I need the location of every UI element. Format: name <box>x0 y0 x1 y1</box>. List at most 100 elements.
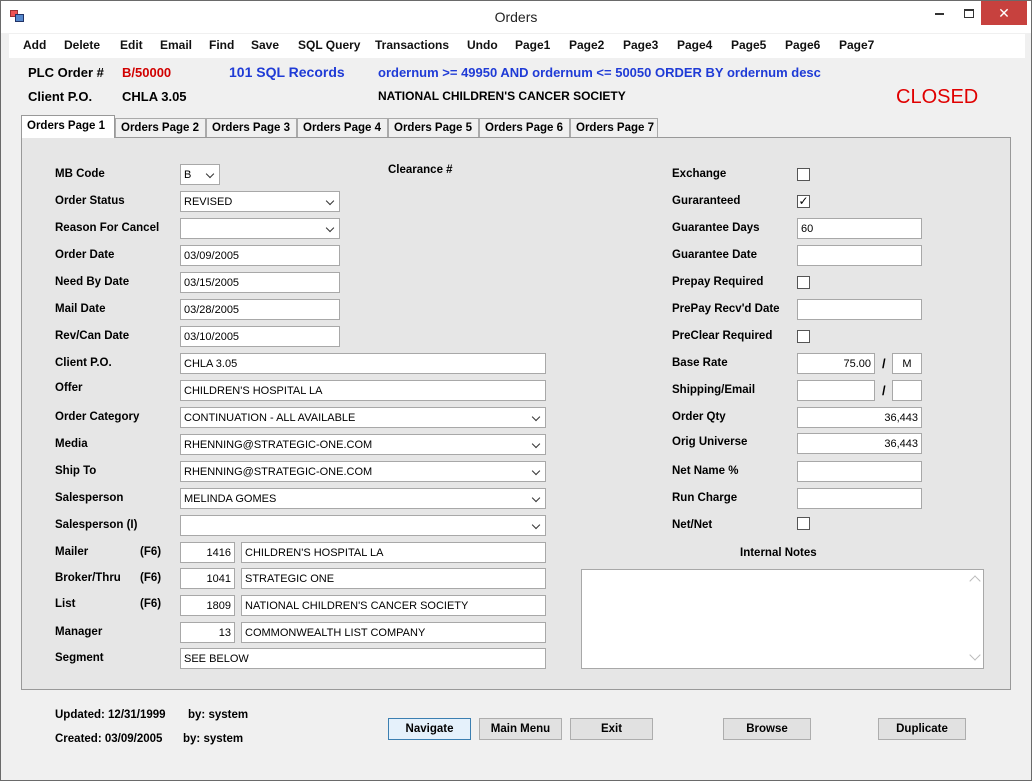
mailer-code-field[interactable]: 1416 <box>180 542 235 563</box>
order-status-select[interactable]: REVISED <box>180 191 340 212</box>
updated-by: by: system <box>188 709 249 721</box>
salesperson-i-select[interactable] <box>180 515 546 536</box>
net-name-field[interactable] <box>797 461 922 482</box>
tab-orders-page-5[interactable]: Orders Page 5 <box>388 118 479 137</box>
tab-orders-page-3[interactable]: Orders Page 3 <box>206 118 297 137</box>
menu-page4[interactable]: Page4 <box>677 38 712 52</box>
browse-button[interactable]: Browse <box>723 718 811 740</box>
order-category-label: Order Category <box>55 411 140 423</box>
offer-field[interactable]: CHILDREN'S HOSPITAL LA <box>180 380 546 401</box>
shipping-email-label: Shipping/Email <box>672 384 756 396</box>
client-po-field[interactable]: CHLA 3.05 <box>180 353 546 374</box>
salesperson-select[interactable]: MELINDA GOMES <box>180 488 546 509</box>
broker-name-field[interactable]: STRATEGIC ONE <box>241 568 546 589</box>
menu-undo[interactable]: Undo <box>467 38 498 52</box>
tab-orders-page-7[interactable]: Orders Page 7 <box>570 118 658 137</box>
ship-to-select[interactable]: RHENNING@STRATEGIC-ONE.COM <box>180 461 546 482</box>
main-menu-button[interactable]: Main Menu <box>479 718 562 740</box>
need-by-date-label: Need By Date <box>55 276 130 288</box>
mailer-f6-hint: (F6) <box>140 546 162 558</box>
prepay-recvd-field[interactable] <box>797 299 922 320</box>
tab-orders-page-4[interactable]: Orders Page 4 <box>297 118 388 137</box>
order-category-select[interactable]: CONTINUATION - ALL AVAILABLE <box>180 407 546 428</box>
broker-f6-hint: (F6) <box>140 572 162 584</box>
guarantee-date-field[interactable] <box>797 245 922 266</box>
list-name-field[interactable]: NATIONAL CHILDREN'S CANCER SOCIETY <box>241 595 546 616</box>
plc-order-label: PLC Order # <box>28 65 104 80</box>
mail-date-field[interactable]: 03/28/2005 <box>180 299 340 320</box>
client-po-field-label: Client P.O. <box>55 357 112 369</box>
internal-notes-textarea[interactable] <box>581 569 984 669</box>
sql-filter-text: ordernum >= 49950 AND ordernum <= 50050 … <box>378 65 821 80</box>
segment-field[interactable]: SEE BELOW <box>180 648 546 669</box>
menu-page2[interactable]: Page2 <box>569 38 604 52</box>
menu-page6[interactable]: Page6 <box>785 38 820 52</box>
broker-code-field[interactable]: 1041 <box>180 568 235 589</box>
shipping-email-field[interactable] <box>797 380 875 401</box>
prepay-required-label: Prepay Required <box>672 276 764 288</box>
order-qty-field[interactable]: 36,443 <box>797 407 922 428</box>
exchange-checkbox[interactable] <box>797 168 810 181</box>
manager-name-field[interactable]: COMMONWEALTH LIST COMPANY <box>241 622 546 643</box>
manager-code-field[interactable]: 13 <box>180 622 235 643</box>
updated-date: Updated: 12/31/1999 <box>55 709 166 721</box>
order-date-field[interactable]: 03/09/2005 <box>180 245 340 266</box>
menu-page3[interactable]: Page3 <box>623 38 658 52</box>
media-label: Media <box>55 438 88 450</box>
shipping-email-unit-field[interactable] <box>892 380 922 401</box>
sql-record-count: 101 SQL Records <box>229 64 345 80</box>
menu-find[interactable]: Find <box>209 38 234 52</box>
broker-label: Broker/Thru <box>55 572 121 584</box>
window-title: Orders <box>494 9 538 25</box>
menu-page5[interactable]: Page5 <box>731 38 766 52</box>
menu-email[interactable]: Email <box>160 38 192 52</box>
reason-cancel-select[interactable] <box>180 218 340 239</box>
society-name: NATIONAL CHILDREN'S CANCER SOCIETY <box>378 89 626 103</box>
created-by: by: system <box>183 733 244 745</box>
ship-to-label: Ship To <box>55 465 97 477</box>
navigate-button[interactable]: Navigate <box>388 718 471 740</box>
client-po-label: Client P.O. <box>28 89 93 104</box>
tab-orders-page-2[interactable]: Orders Page 2 <box>115 118 206 137</box>
prepay-required-checkbox[interactable] <box>797 276 810 289</box>
orig-universe-field[interactable]: 36,443 <box>797 433 922 454</box>
mb-code-select[interactable]: B <box>180 164 220 185</box>
media-select[interactable]: RHENNING@STRATEGIC-ONE.COM <box>180 434 546 455</box>
maximize-icon[interactable] <box>954 1 984 25</box>
menu-page7[interactable]: Page7 <box>839 38 874 52</box>
minimize-icon[interactable] <box>924 1 954 25</box>
scroll-up-icon[interactable] <box>969 575 981 587</box>
base-rate-label: Base Rate <box>672 357 728 369</box>
duplicate-button[interactable]: Duplicate <box>878 718 966 740</box>
menu-bar: Add Delete Edit Email Find Save SQL Quer… <box>9 34 1025 58</box>
exchange-label: Exchange <box>672 168 727 180</box>
guaranteed-checkbox[interactable]: ✓ <box>797 195 810 208</box>
close-icon[interactable]: ✕ <box>981 1 1027 25</box>
base-rate-unit-field[interactable]: M <box>892 353 922 374</box>
exit-button[interactable]: Exit <box>570 718 653 740</box>
tab-orders-page-1[interactable]: Orders Page 1 <box>21 115 115 138</box>
rev-can-date-field[interactable]: 03/10/2005 <box>180 326 340 347</box>
order-date-label: Order Date <box>55 249 115 261</box>
title-bar: Orders ✕ <box>1 1 1031 33</box>
preclear-required-checkbox[interactable] <box>797 330 810 343</box>
menu-page1[interactable]: Page1 <box>515 38 550 52</box>
scroll-down-icon[interactable] <box>969 649 981 661</box>
mailer-name-field[interactable]: CHILDREN'S HOSPITAL LA <box>241 542 546 563</box>
guarantee-days-field[interactable]: 60 <box>797 218 922 239</box>
prepay-recvd-label: PrePay Recv'd Date <box>672 303 780 315</box>
menu-add[interactable]: Add <box>23 38 46 52</box>
menu-edit[interactable]: Edit <box>120 38 143 52</box>
list-code-field[interactable]: 1809 <box>180 595 235 616</box>
net-net-checkbox[interactable] <box>797 517 810 530</box>
status-badge: CLOSED <box>896 86 979 108</box>
menu-transactions[interactable]: Transactions <box>375 38 449 52</box>
menu-sql-query[interactable]: SQL Query <box>298 38 360 52</box>
need-by-date-field[interactable]: 03/15/2005 <box>180 272 340 293</box>
menu-save[interactable]: Save <box>251 38 279 52</box>
mailer-label: Mailer <box>55 546 89 558</box>
base-rate-field[interactable]: 75.00 <box>797 353 875 374</box>
menu-delete[interactable]: Delete <box>64 38 100 52</box>
run-charge-field[interactable] <box>797 488 922 509</box>
tab-orders-page-6[interactable]: Orders Page 6 <box>479 118 570 137</box>
